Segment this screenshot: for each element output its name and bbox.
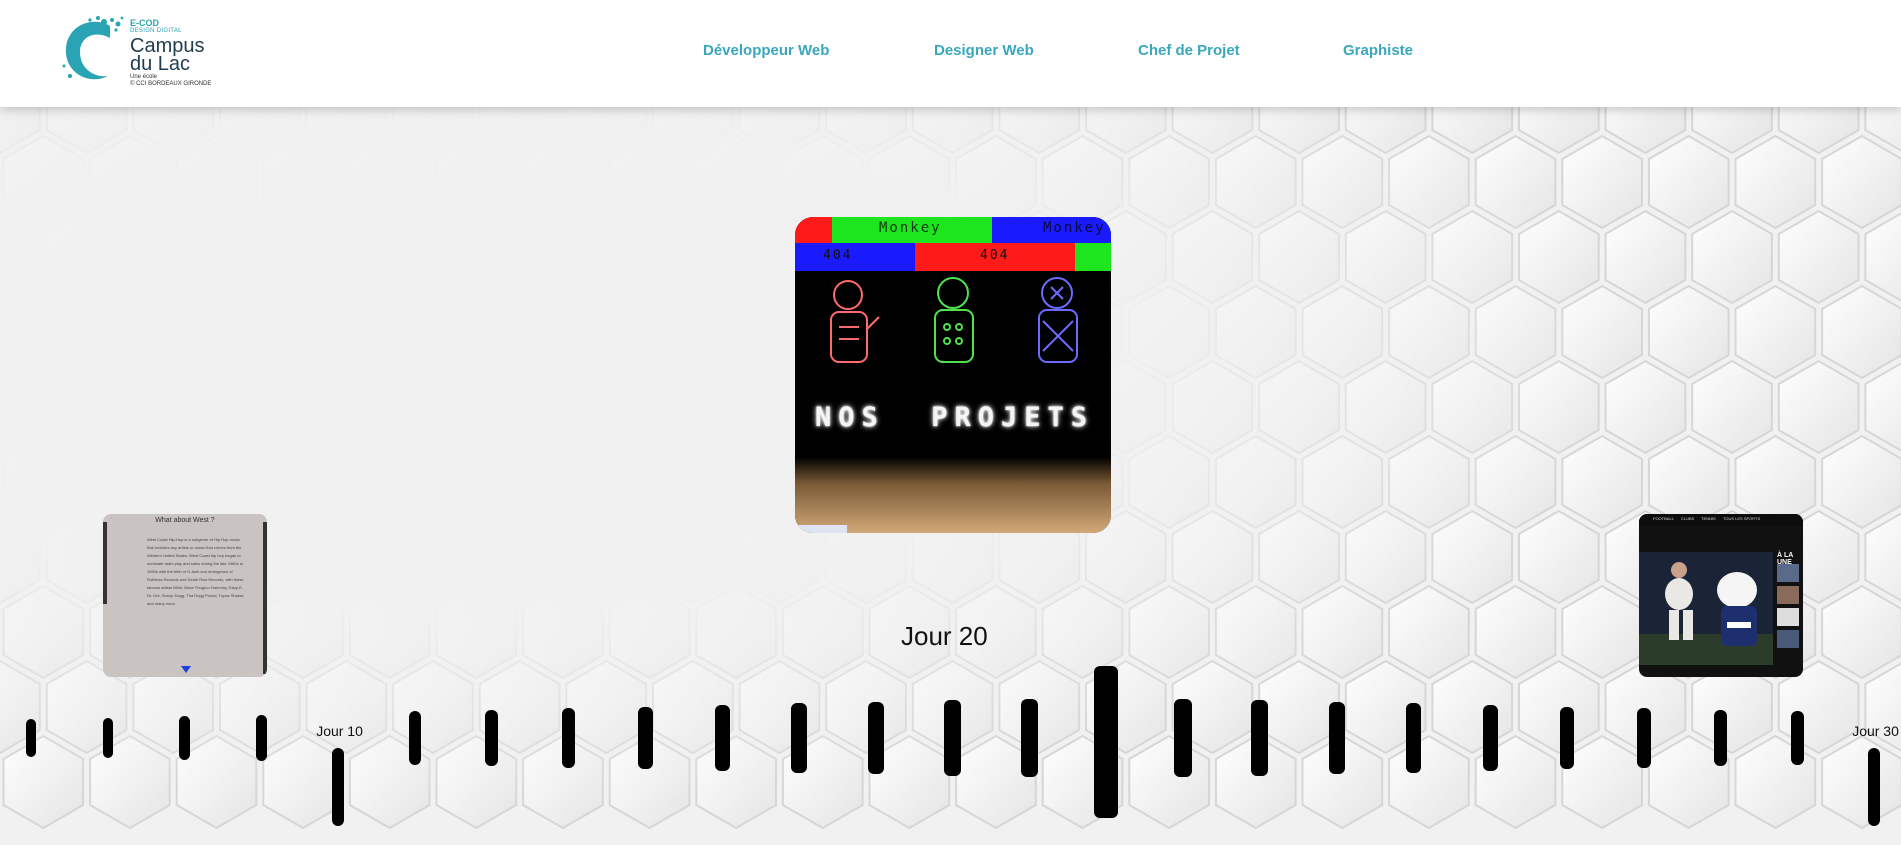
timeline-tick-day-28[interactable] [1714,709,1728,767]
nos-projets-artwork [795,217,1111,533]
timeline-tick-day-24[interactable] [1405,703,1422,773]
logo-cci: © CCI BORDEAUX GIRONDE [130,81,212,87]
timeline-tick-day-17[interactable] [867,701,884,775]
nav-developpeur-web[interactable]: Développeur Web [703,42,829,59]
timeline-tick-day-19[interactable] [1020,698,1039,778]
timeline-tick-day-13[interactable] [561,708,576,768]
timeline-tick-day-26[interactable] [1559,706,1575,770]
nos-projets-heading: NOS PROJETS [815,402,1095,433]
timeline-tick-day-15[interactable] [714,705,730,771]
timeline-tick-day-23[interactable] [1328,701,1345,775]
project-card-next[interactable]: FOOTBALL CLUBS TENNIS TOUS LES SPORTS À … [1639,514,1803,677]
logo-du-lac: du Lac [130,53,191,75]
logo-text: E-COD DESIGN DIGITAL Campus du Lac Une é… [130,18,211,88]
timeline-tick-day-21[interactable] [1174,698,1192,778]
timeline-tick-day-12[interactable] [485,709,499,767]
timeline-tick-day-10[interactable] [332,748,345,826]
timeline-tick-day-6[interactable] [26,719,36,757]
timeline-tick-day-14[interactable] [638,706,653,770]
timeline-tick-day-8[interactable] [179,716,190,760]
code-404-mid: 404 [980,248,1010,263]
timeline-tick-day-27[interactable] [1636,708,1651,768]
campus-du-lac-logo[interactable]: E-COD DESIGN DIGITAL Campus du Lac Une é… [60,14,220,88]
logo-ecod: E-COD [130,18,159,28]
football-photo [1639,552,1799,665]
logo-design-digital: DESIGN DIGITAL [130,28,182,34]
timeline-tick-day-30[interactable] [1868,748,1881,826]
nav-designer-web[interactable]: Designer Web [934,42,1034,59]
timeline-tick-day-18[interactable] [944,700,961,776]
timeline-tick-day-20[interactable] [1094,666,1119,818]
timeline-tick-day-16[interactable] [791,703,807,773]
monkey-label-right: Monkey [1043,220,1106,236]
timeline-tick-day-11[interactable] [408,711,422,765]
timeline-tick-day-22[interactable] [1251,700,1269,776]
monkey-label-left: Monkey [879,220,942,236]
timeline-tick-day-29[interactable] [1791,711,1804,765]
nav-chef-de-projet[interactable]: Chef de Projet [1138,42,1240,59]
code-404-left: 404 [823,248,853,263]
a-la-une-heading: À LA UNE [1777,552,1794,566]
project-card-previous[interactable]: What about West ? West Coast Hip-Hop is … [103,514,267,677]
logo-swirl-icon [62,16,124,80]
nav-graphiste[interactable]: Graphiste [1343,42,1413,59]
project-card-current[interactable]: Monkey Monkey 404 404 NOS PROJETS [795,217,1111,533]
timeline-tick-day-7[interactable] [102,717,113,759]
site-header: E-COD DESIGN DIGITAL Campus du Lac Une é… [0,0,1901,107]
west-card-body: West Coast Hip-Hop is a subgenre of Hip … [147,537,245,606]
logo-une-ecole: Une école [130,74,158,80]
west-card-title: What about West ? [155,517,215,524]
caret-down-icon[interactable] [181,666,191,673]
timeline-tick-day-9[interactable] [255,714,268,762]
timeline-tick-day-25[interactable] [1482,705,1498,771]
